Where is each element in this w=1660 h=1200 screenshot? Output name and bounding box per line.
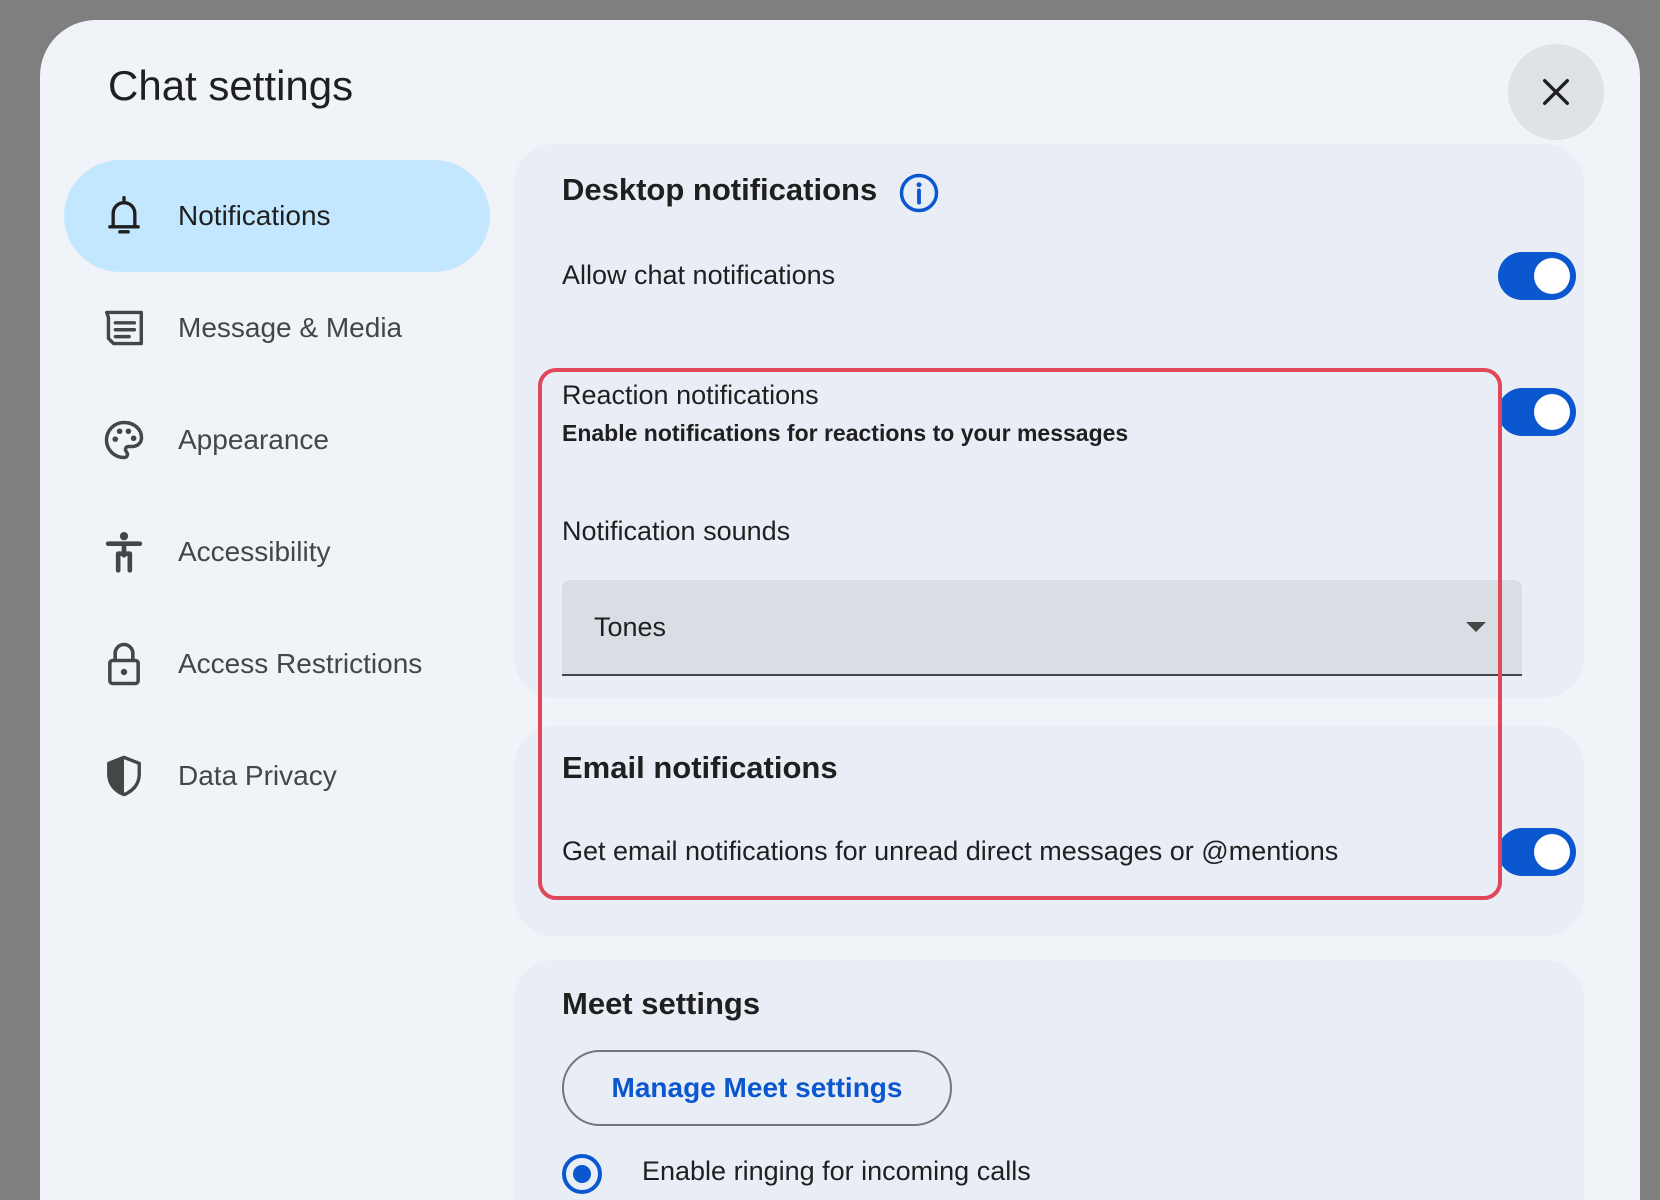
sidebar-item-message-media[interactable]: Message & Media [64, 272, 490, 384]
unread-email-notifications-toggle[interactable] [1498, 828, 1576, 876]
message-media-icon [100, 304, 148, 352]
close-icon [1542, 78, 1570, 106]
caret-down-icon [1466, 622, 1486, 632]
allow-chat-notifications-toggle[interactable] [1498, 252, 1576, 300]
sidebar-item-notifications[interactable]: Notifications [64, 160, 490, 272]
allow-chat-notifications-label: Allow chat notifications [562, 260, 836, 290]
sidebar-item-label: Appearance [178, 424, 330, 455]
sidebar-item-appearance[interactable]: Appearance [64, 384, 490, 496]
bell-icon [100, 192, 148, 240]
ringing-radio[interactable] [562, 1154, 602, 1194]
sidebar-item-accessibility[interactable]: Accessibility [64, 496, 490, 608]
meet-settings-card: Meet settings Manage Meet settings Enabl… [514, 960, 1584, 1200]
chat-settings-dialog: Chat settings Notifications Message & Me… [40, 20, 1640, 1200]
lock-icon [100, 640, 148, 688]
desktop-notifications-heading: Desktop notifications [562, 172, 878, 207]
toggle-knob [1534, 834, 1570, 870]
dialog-title: Chat settings [108, 62, 354, 109]
toggle-knob [1534, 258, 1570, 294]
email-notifications-card: Email notifications Get email notificati… [514, 726, 1584, 936]
sidebar-item-label: Message & Media [178, 312, 403, 343]
sidebar-item-label: Notifications [178, 200, 331, 231]
info-icon[interactable] [898, 172, 940, 214]
sidebar-item-label: Accessibility [178, 536, 331, 567]
close-button[interactable] [1508, 44, 1604, 140]
sidebar-item-access-restrictions[interactable]: Access Restrictions [64, 608, 490, 720]
reaction-notifications-label: Reaction notifications [562, 380, 819, 410]
shield-icon [100, 752, 148, 800]
notification-sounds-label: Notification sounds [562, 516, 791, 546]
reaction-notifications-description: Enable notifications for reactions to yo… [562, 420, 1129, 446]
notification-sounds-select[interactable]: Tones [562, 580, 1522, 676]
sidebar-item-label: Access Restrictions [178, 648, 423, 679]
accessibility-icon [100, 528, 148, 576]
meet-settings-heading: Meet settings [562, 986, 761, 1021]
radio-dot [573, 1165, 591, 1183]
ringing-label: Enable ringing for incoming calls [642, 1156, 1031, 1186]
toggle-knob [1534, 394, 1570, 430]
sidebar-item-data-privacy[interactable]: Data Privacy [64, 720, 490, 832]
reaction-notifications-toggle[interactable] [1498, 388, 1576, 436]
unread-email-notifications-label: Get email notifications for unread direc… [562, 836, 1339, 866]
palette-icon [100, 416, 148, 464]
select-value: Tones [594, 611, 667, 642]
manage-meet-settings-button[interactable]: Manage Meet settings [562, 1050, 952, 1126]
desktop-notifications-card: Desktop notifications Allow chat notific… [514, 144, 1584, 698]
email-notifications-heading: Email notifications [562, 750, 838, 785]
settings-sidebar: Notifications Message & Media Appearance… [64, 160, 490, 832]
sidebar-item-label: Data Privacy [178, 760, 337, 791]
